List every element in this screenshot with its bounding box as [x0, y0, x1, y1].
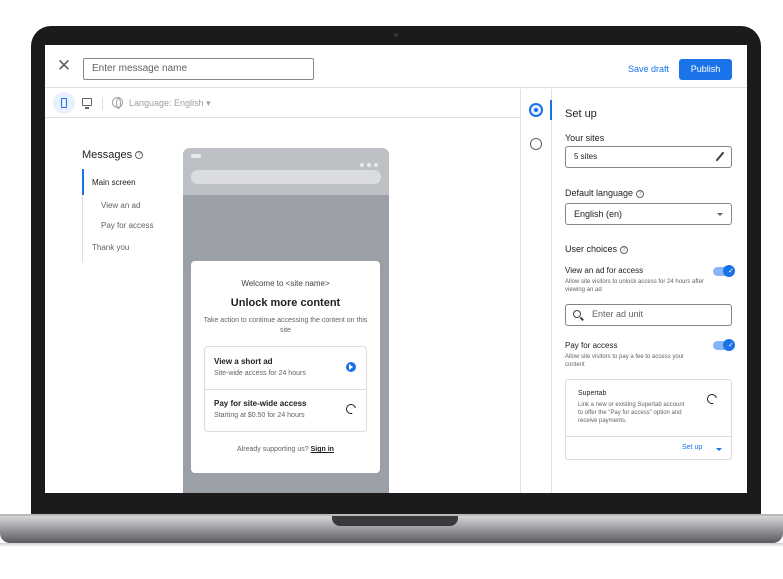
- check-icon: ✓: [728, 342, 734, 349]
- gear-icon[interactable]: [529, 103, 543, 117]
- supertab-description: Link a new or existing Supertab account …: [578, 402, 685, 424]
- view-ad-title: View an ad for access: [565, 266, 644, 275]
- already-text: Already supporting us?: [237, 446, 309, 453]
- camera-icon: [394, 33, 398, 37]
- options-list: View a short ad Site-wide access for 24 …: [204, 346, 367, 432]
- pencil-icon[interactable]: [715, 151, 725, 162]
- welcome-text: Welcome to <site name>: [241, 279, 330, 288]
- loading-spinner-icon: [705, 392, 719, 406]
- message-name-input[interactable]: Enter message name: [83, 58, 314, 80]
- publish-button[interactable]: Publish: [679, 59, 732, 80]
- option-title: Pay for site-wide access: [214, 399, 307, 408]
- option-subtitle: Site-wide access for 24 hours: [214, 370, 306, 377]
- your-sites-label: Your sites: [565, 133, 605, 143]
- default-language-text: Default language: [565, 188, 634, 198]
- loading-radio-icon[interactable]: [344, 402, 358, 416]
- supertab-setup-button[interactable]: Set up: [682, 444, 702, 451]
- your-sites-field[interactable]: 5 sites: [565, 146, 732, 168]
- default-language-select[interactable]: English (en): [565, 203, 732, 225]
- top-bar: ✕ Enter message name Save draft Publish: [45, 45, 747, 88]
- chevron-down-icon[interactable]: [716, 448, 722, 451]
- supertab-title: Supertab: [578, 390, 607, 397]
- desktop-icon[interactable]: [82, 98, 92, 109]
- supertab-divider: [566, 436, 731, 437]
- mobile-preview-button[interactable]: [53, 92, 75, 114]
- side-rail: [520, 89, 552, 493]
- sign-in-link[interactable]: Sign in: [311, 446, 334, 453]
- option-title: View a short ad: [214, 357, 273, 366]
- nav-item-main-screen[interactable]: Main screen: [92, 178, 136, 187]
- laptop-notch: [332, 516, 458, 526]
- user-choices-text: User choices: [565, 244, 618, 254]
- default-language-label: Default language?: [565, 188, 645, 198]
- phone-url-bar: [191, 170, 381, 184]
- rail-active-indicator: [550, 100, 552, 120]
- toolbar-divider: [102, 97, 103, 110]
- palette-icon[interactable]: [530, 138, 542, 150]
- nav-active-indicator: [82, 169, 84, 195]
- check-icon: ✓: [728, 268, 734, 275]
- view-ad-description: Allow site visitors to unlock access for…: [565, 279, 705, 293]
- phone-status-pill: [191, 154, 201, 158]
- preview-toolbar: Language: English ▾: [45, 89, 520, 118]
- help-icon[interactable]: ?: [636, 189, 645, 198]
- messages-title-text: Messages: [82, 149, 133, 161]
- pay-access-description: Allow site visitors to pay a fee to acce…: [565, 354, 685, 368]
- save-draft-button[interactable]: Save draft: [628, 64, 669, 74]
- phone-icon: [61, 98, 67, 108]
- offerwall-card: Welcome to <site name> Unlock more conte…: [191, 261, 380, 473]
- messages-title: Messages?: [82, 149, 144, 161]
- option-divider: [205, 389, 366, 390]
- help-icon[interactable]: ?: [135, 151, 144, 160]
- nav-item-view-an-ad[interactable]: View an ad: [101, 201, 140, 210]
- default-language-value: English (en): [574, 209, 623, 219]
- search-icon: [573, 310, 581, 318]
- supertab-card: Supertab Link a new or existing Supertab…: [565, 379, 732, 460]
- pay-access-title: Pay for access: [565, 341, 618, 350]
- your-sites-value: 5 sites: [574, 152, 598, 161]
- description: Take action to continue accessing the co…: [203, 317, 368, 334]
- phone-preview: Welcome to <site name> Unlock more conte…: [183, 148, 389, 493]
- chevron-down-icon: [717, 213, 723, 216]
- globe-icon: [112, 97, 123, 109]
- nav-item-pay-for-access[interactable]: Pay for access: [101, 221, 153, 230]
- language-label: Language: English: [129, 98, 204, 108]
- ad-unit-placeholder: Enter ad unit: [592, 309, 644, 319]
- ad-unit-input[interactable]: Enter ad unit: [565, 304, 732, 326]
- help-icon[interactable]: ?: [620, 245, 629, 254]
- language-select[interactable]: Language: English ▾: [129, 98, 211, 109]
- settings-title: Set up: [565, 108, 597, 120]
- phone-header: [183, 148, 389, 195]
- headline: Unlock more content: [230, 297, 341, 309]
- nav-item-thank-you[interactable]: Thank you: [92, 243, 129, 252]
- app-screen: ✕ Enter message name Save draft Publish …: [45, 45, 747, 493]
- close-icon[interactable]: ✕: [56, 57, 72, 74]
- option-subtitle: Starting at $0.50 for 24 hours: [214, 412, 305, 419]
- user-choices-label: User choices?: [565, 244, 629, 254]
- phone-dots: [357, 154, 381, 167]
- already-supporting: Already supporting us? Sign in: [191, 446, 380, 453]
- play-radio-icon[interactable]: [346, 362, 356, 372]
- laptop-shadow: [0, 543, 783, 547]
